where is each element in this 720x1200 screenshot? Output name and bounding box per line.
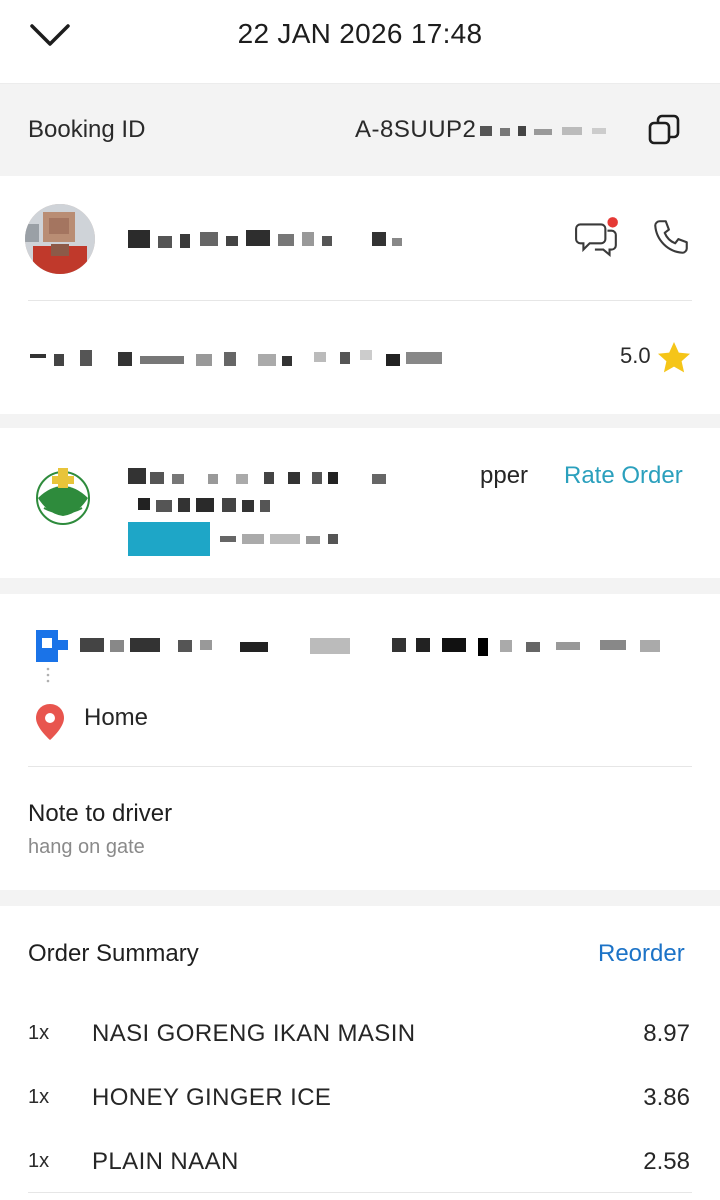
service-tag [128, 522, 210, 556]
note-text: hang on gate [28, 836, 145, 858]
note-title: Note to driver [28, 800, 173, 827]
redacted-merchant-name [128, 466, 398, 488]
divider [28, 1192, 692, 1193]
item-price: 8.97 [643, 1020, 690, 1047]
merchant-card: pper Rate Order [0, 428, 720, 578]
rate-order-button[interactable]: Rate Order [564, 462, 683, 490]
booking-id-label: Booking ID [28, 116, 146, 143]
item-name: HONEY GINGER ICE [92, 1084, 332, 1111]
divider [28, 300, 692, 301]
divider [28, 766, 692, 767]
merchant-logo [36, 468, 90, 525]
reorder-button[interactable]: Reorder [598, 940, 685, 968]
pickup-square-icon [36, 630, 68, 662]
list-item: 1x NASI GORENG IKAN MASIN 8.97 [0, 1014, 720, 1058]
chat-icon[interactable] [574, 214, 620, 260]
list-item: 1x PLAIN NAAN 2.58 [0, 1142, 720, 1186]
location-pin-icon [36, 704, 64, 740]
merchant-name-partial: pper [480, 462, 529, 489]
driver-rating: 5.0 [620, 343, 651, 368]
list-item: 1x HONEY GINGER ICE 3.86 [0, 1078, 720, 1122]
item-name: PLAIN NAAN [92, 1148, 239, 1175]
section-gap [0, 578, 720, 594]
section-gap [0, 414, 720, 428]
redacted-booking-id [478, 124, 618, 138]
phone-icon[interactable] [650, 216, 692, 258]
order-summary-heading: Order Summary [28, 940, 199, 967]
redacted-driver-name [128, 228, 418, 250]
route-card: Home Note to driver hang on gate [0, 594, 720, 890]
driver-card: 5.0 [0, 176, 720, 414]
redacted-vehicle-info [30, 348, 450, 368]
section-gap [0, 890, 720, 906]
item-qty: 1x [28, 1150, 50, 1172]
order-summary: Order Summary Reorder 1x NASI GORENG IKA… [0, 906, 720, 1200]
top-bar: 22 JAN 2026 17:48 [0, 0, 720, 84]
item-qty: 1x [28, 1086, 50, 1108]
page-title: 22 JAN 2026 17:48 [237, 18, 483, 49]
driver-avatar [25, 204, 95, 274]
copy-icon[interactable] [646, 112, 682, 148]
booking-id-value: A-8SUUP2 [355, 116, 477, 143]
redacted-merchant-branch [138, 494, 278, 514]
item-price: 3.86 [643, 1084, 690, 1111]
redacted-pickup-address [80, 634, 670, 658]
item-price: 2.58 [643, 1148, 690, 1175]
star-icon [658, 342, 690, 373]
dropoff-label: Home [84, 704, 149, 731]
item-name: NASI GORENG IKAN MASIN [92, 1020, 416, 1047]
route-connector [46, 667, 50, 683]
item-qty: 1x [28, 1022, 50, 1044]
booking-id-row: Booking ID A-8SUUP2 [0, 84, 720, 176]
redacted-service-text [220, 530, 350, 546]
